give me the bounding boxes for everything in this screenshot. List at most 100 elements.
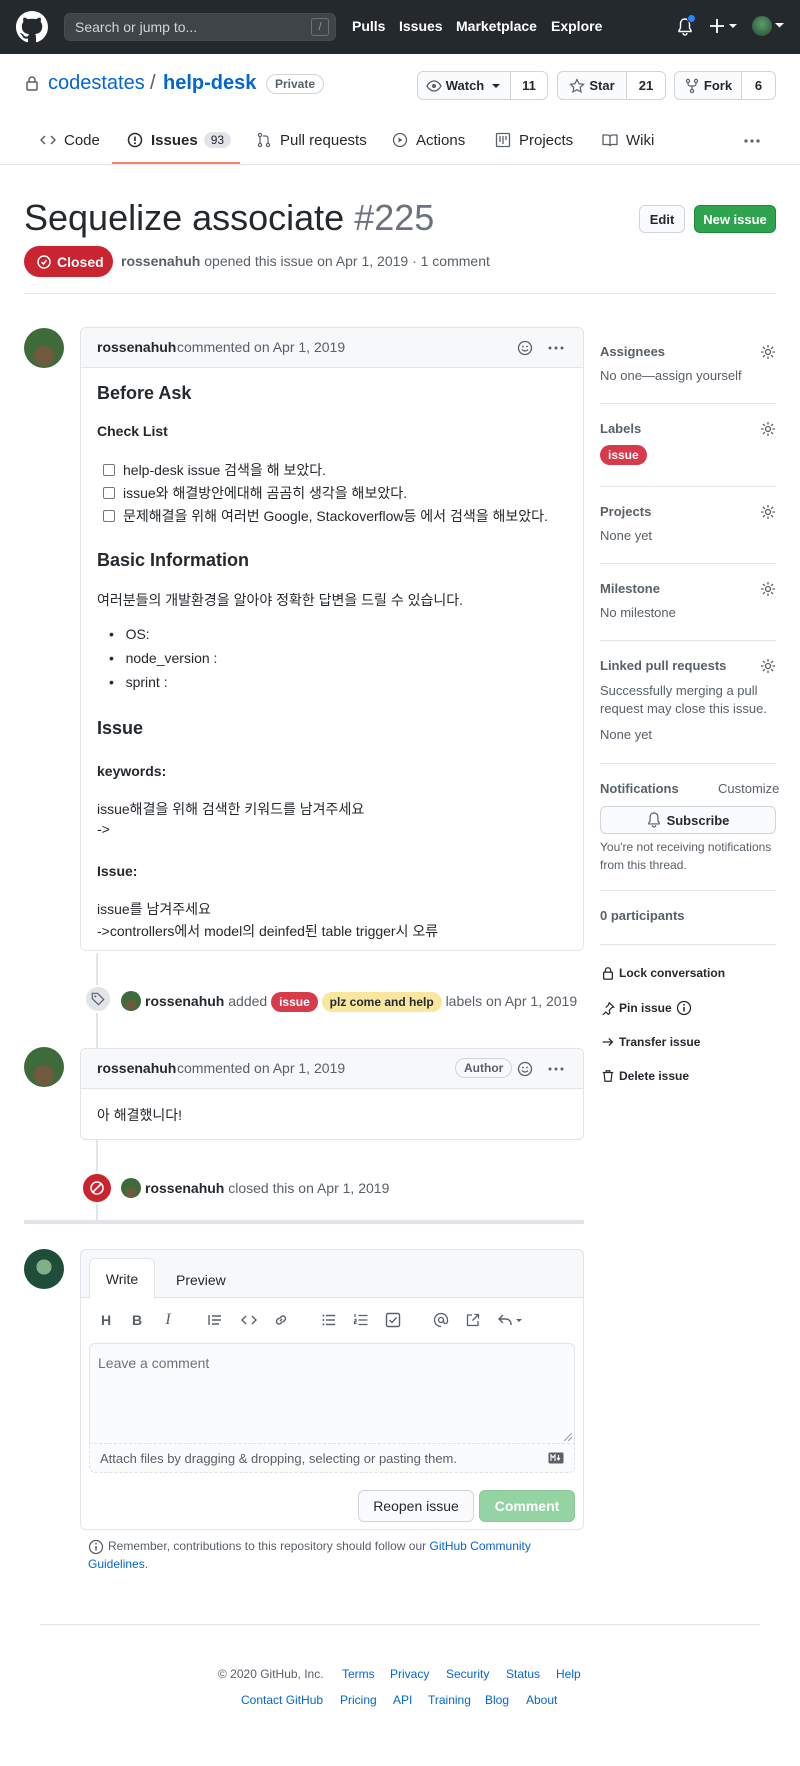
gear-icon[interactable] [760,658,776,674]
footer-link-contact[interactable]: Contact GitHub [241,1693,323,1707]
tab-preview[interactable]: Preview [176,1272,226,1288]
nav-explore[interactable]: Explore [551,18,602,34]
smiley-icon[interactable] [517,340,533,356]
comment-meta[interactable]: commented on Apr 1, 2019 [177,1060,345,1076]
author-avatar-icon[interactable] [24,328,64,368]
assignees-value[interactable]: No one—assign yourself [600,368,776,383]
star-count[interactable]: 21 [626,71,666,100]
bold-icon[interactable]: B [128,1311,146,1329]
sidebar-labels[interactable]: Labels issue [600,421,776,465]
delete-issue-link[interactable]: Delete issue [601,1069,689,1083]
community-guidelines-link-2[interactable]: Guidelines [88,1557,145,1571]
sidebar-linked-prs[interactable]: Linked pull requests Successfully mergin… [600,658,776,742]
search-box[interactable]: Search or jump to... / [64,13,336,41]
quote-icon[interactable] [207,1312,223,1328]
markdown-icon[interactable] [548,1452,564,1464]
unordered-list-icon[interactable] [321,1312,337,1328]
subscribe-button[interactable]: Subscribe [600,806,776,834]
community-guidelines-link[interactable]: GitHub Community [430,1539,531,1553]
attach-files-bar[interactable]: Attach files by dragging & dropping, sel… [89,1443,575,1473]
footer-link-about[interactable]: About [526,1693,557,1707]
checklist-item[interactable]: issue와 해결방안에대해 곰곰히 생각을 해보았다. [103,483,407,503]
sidebar-label-issue[interactable]: issue [600,445,647,465]
issue-author-link[interactable]: rossenahuh [121,253,200,269]
github-logo-icon[interactable] [16,11,48,43]
nav-pulls[interactable]: Pulls [352,18,385,34]
footer-link-api[interactable]: API [393,1693,412,1707]
sidebar-assignees[interactable]: Assignees No one—assign yourself [600,344,776,383]
footer-link-help[interactable]: Help [556,1667,581,1681]
reopen-issue-button[interactable]: Reopen issue [358,1490,474,1522]
italic-icon[interactable]: I [159,1311,177,1329]
gear-icon[interactable] [760,344,776,360]
comment-meta[interactable]: commented on Apr 1, 2019 [177,339,345,355]
sidebar-milestone[interactable]: Milestone No milestone [600,581,776,620]
tab-actions[interactable]: Actions [392,128,465,152]
plus-dropdown-icon[interactable] [710,18,738,34]
repo-owner-link[interactable]: codestates [48,72,145,95]
checklist-item[interactable]: help-desk issue 검색을 해 보았다. [103,460,326,480]
fork-count[interactable]: 6 [741,71,776,100]
nav-issues[interactable]: Issues [399,18,443,34]
author-avatar-icon[interactable] [121,1178,141,1198]
author-avatar-icon[interactable] [121,991,141,1011]
checkbox[interactable] [103,487,115,499]
comment-author[interactable]: rossenahuh [97,1060,176,1076]
comment-button[interactable]: Comment [479,1490,575,1522]
watch-count[interactable]: 11 [510,71,548,100]
gear-icon[interactable] [760,581,776,597]
kebab-horizontal-icon[interactable] [547,340,565,356]
tab-pull-requests[interactable]: Pull requests [256,128,367,152]
footer-link-training[interactable]: Training [428,1693,471,1707]
checkbox[interactable] [103,464,115,476]
customize-link[interactable]: Customize [718,781,779,796]
label-plz-come-and-help[interactable]: plz come and help [321,992,442,1012]
comment-textarea[interactable]: Leave a comment [89,1343,575,1443]
tab-projects[interactable]: Projects [495,128,573,152]
heading-icon[interactable]: H [97,1311,115,1329]
info-icon[interactable] [676,1000,692,1016]
pin-issue-link[interactable]: Pin issue [601,1000,692,1016]
cross-reference-icon[interactable] [465,1312,481,1328]
link-icon[interactable] [273,1312,289,1328]
tab-code[interactable]: Code [40,128,100,152]
comment-author[interactable]: rossenahuh [97,339,176,355]
new-issue-button[interactable]: New issue [694,205,776,233]
label-issue[interactable]: issue [271,992,318,1012]
footer-link-status[interactable]: Status [506,1667,540,1681]
star-button[interactable]: Star [557,71,627,100]
footer-link-pricing[interactable]: Pricing [340,1693,377,1707]
footer-link-security[interactable]: Security [446,1667,489,1681]
more-horizontal-icon[interactable] [743,133,761,149]
footer-link-privacy[interactable]: Privacy [390,1667,429,1681]
task-list-icon[interactable] [385,1312,401,1328]
user-avatar-icon[interactable] [752,16,772,36]
gear-icon[interactable] [760,504,776,520]
transfer-issue-link[interactable]: Transfer issue [601,1035,700,1049]
author-avatar-icon[interactable] [24,1047,64,1087]
mention-icon[interactable] [433,1312,449,1328]
sidebar-projects[interactable]: Projects None yet [600,504,776,543]
edit-button[interactable]: Edit [639,205,685,233]
tab-issues[interactable]: Issues 93 [127,128,232,152]
smiley-icon[interactable] [517,1061,533,1077]
tab-write[interactable]: Write [89,1258,155,1299]
footer-link-terms[interactable]: Terms [342,1667,375,1681]
ordered-list-icon[interactable] [353,1312,369,1328]
gear-icon[interactable] [760,421,776,437]
watch-button[interactable]: Watch [417,71,511,100]
saved-reply-icon[interactable] [497,1312,525,1328]
resize-handle-icon[interactable] [564,1433,572,1441]
nav-marketplace[interactable]: Marketplace [456,18,537,34]
current-user-avatar-icon[interactable] [24,1249,64,1289]
footer-link-blog[interactable]: Blog [485,1693,509,1707]
fork-button[interactable]: Fork [674,71,742,100]
checklist-item[interactable]: 문제해결을 위해 여러번 Google, Stackoverflow등 에서 검… [103,506,548,526]
code-icon[interactable] [240,1312,258,1328]
caret-down-icon[interactable] [775,21,784,29]
kebab-horizontal-icon[interactable] [547,1061,565,1077]
checkbox[interactable] [103,510,115,522]
event-author-link[interactable]: rossenahuh [145,993,224,1009]
lock-conversation-link[interactable]: Lock conversation [601,966,725,980]
repo-name-link[interactable]: help-desk [163,72,256,95]
